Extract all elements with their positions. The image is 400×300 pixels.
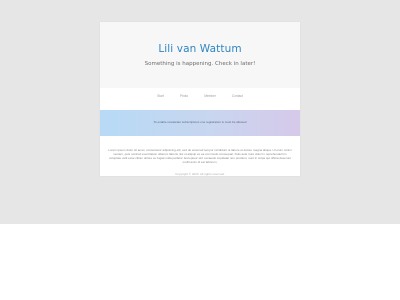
site-header: Lili van Wattum Something is happening. …: [100, 22, 300, 88]
nav-item-start[interactable]: Start: [157, 93, 164, 101]
site-title: Lili van Wattum: [158, 43, 242, 55]
content-card: Lili van Wattum Something is happening. …: [100, 22, 300, 176]
nav-item-contact[interactable]: Contact: [232, 93, 243, 101]
footer-copyright: Copyright © 2020. All rights reserved.: [175, 172, 225, 176]
newsletter-banner: To enable newsletter subscriptions one r…: [100, 110, 300, 136]
site-tagline: Something is happening. Check in later!: [144, 61, 256, 67]
body-paragraph: Lorem ipsum dolor sit amet, consectetur …: [108, 148, 292, 164]
nav-item-photo[interactable]: Photo: [180, 93, 188, 101]
main-nav: Start Photo Member Contact: [100, 93, 300, 101]
nav-item-member[interactable]: Member: [204, 93, 216, 101]
newsletter-banner-text: To enable newsletter subscriptions one r…: [153, 120, 247, 124]
